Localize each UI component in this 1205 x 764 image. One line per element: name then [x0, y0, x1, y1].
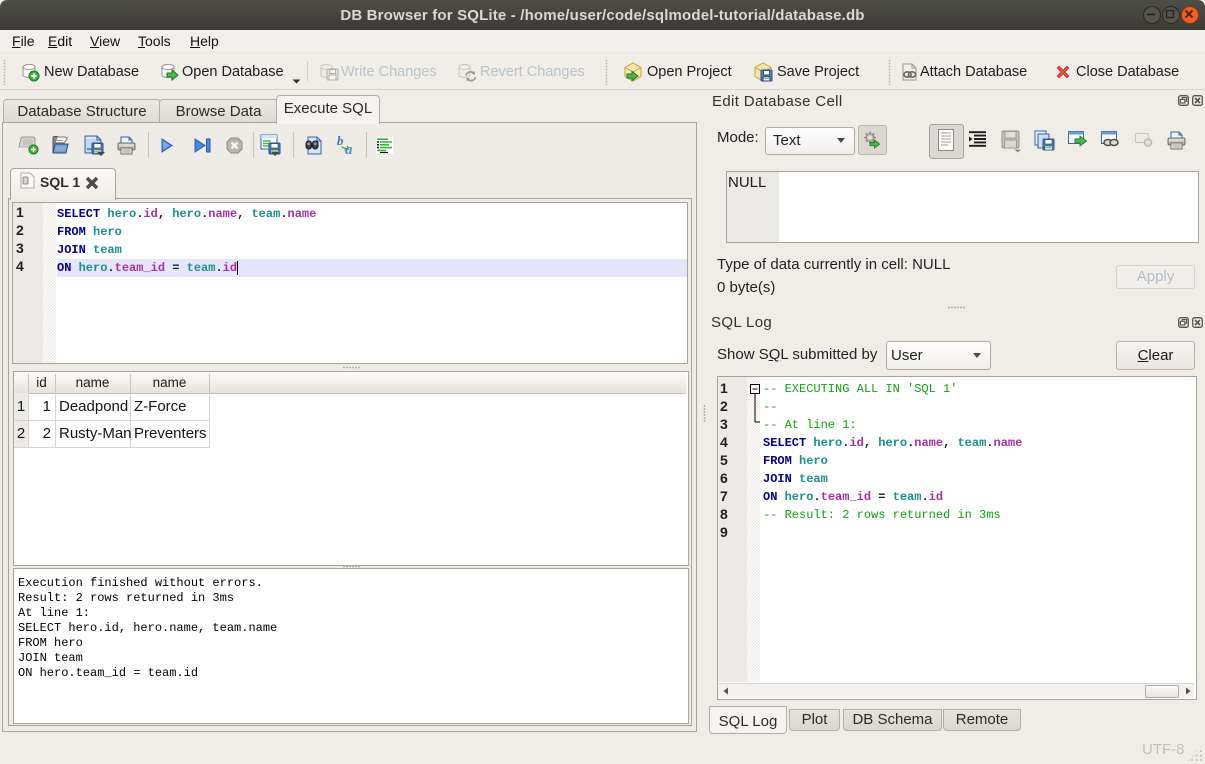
- svg-text:b: b: [337, 133, 344, 148]
